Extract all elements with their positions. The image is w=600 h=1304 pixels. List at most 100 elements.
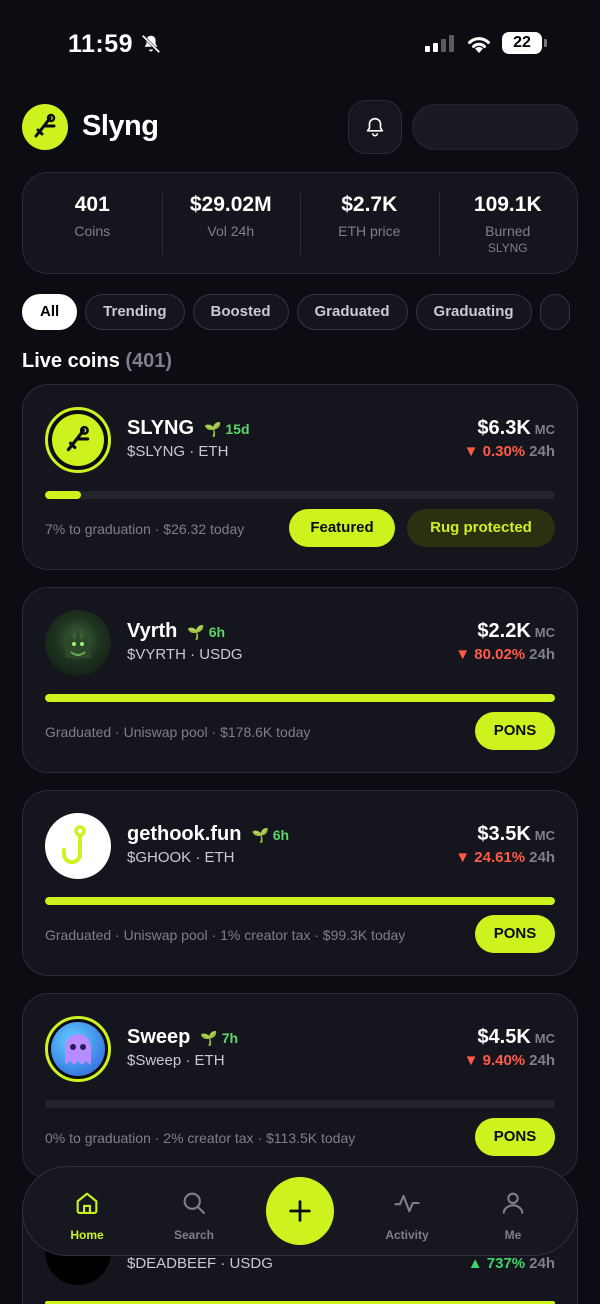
pons-button[interactable]: PONS bbox=[475, 712, 555, 750]
filter-more[interactable] bbox=[539, 294, 570, 330]
coin-name: Sweep 🌱 7h bbox=[127, 1026, 238, 1049]
sprout-icon: 🌱 bbox=[200, 1030, 218, 1046]
featured-badge[interactable]: Featured bbox=[289, 509, 395, 547]
stat-sublabel: SLYNG bbox=[487, 241, 528, 255]
nav-me[interactable]: Me bbox=[473, 1189, 553, 1242]
stat-label: Vol 24h bbox=[207, 223, 255, 239]
coin-change: ▼ 9.40% 24h bbox=[464, 1052, 555, 1069]
sprout-icon: 🌱 bbox=[204, 421, 222, 437]
stat-label: Burned bbox=[485, 223, 531, 239]
coin-age: 🌱 6h bbox=[187, 624, 225, 640]
change-unit: 24h bbox=[529, 443, 555, 460]
coin-avatar bbox=[45, 610, 111, 676]
nav-home[interactable]: Home bbox=[47, 1189, 127, 1242]
app-header: Slyng bbox=[22, 100, 578, 154]
mc-unit: MC bbox=[534, 828, 555, 843]
battery-indicator: 22 bbox=[502, 32, 547, 54]
coin-age: 🌱 15d bbox=[204, 421, 249, 437]
stat-coins: 401 Coins bbox=[23, 173, 162, 273]
filter-all[interactable]: All bbox=[22, 294, 78, 330]
progress-fill bbox=[45, 694, 555, 702]
filter-chips: All Trending Boosted Graduated Graduating bbox=[22, 294, 600, 332]
filter-boosted[interactable]: Boosted bbox=[192, 294, 289, 330]
slyng-logo[interactable] bbox=[22, 104, 68, 150]
stat-value: $2.7K bbox=[341, 193, 398, 216]
coin-market-cap: $2.2K MC bbox=[477, 620, 555, 643]
bell-icon bbox=[366, 117, 384, 137]
hook-icon bbox=[62, 825, 86, 864]
coin-market-cap: $3.5K MC bbox=[477, 823, 555, 846]
wolf-icon bbox=[65, 628, 91, 658]
stat-value: 401 bbox=[74, 193, 110, 216]
coin-name: gethook.fun 🌱 6h bbox=[127, 823, 289, 846]
filter-graduating[interactable]: Graduating bbox=[415, 294, 532, 330]
status-time: 11:59 bbox=[68, 30, 134, 58]
coin-name-text: SLYNG bbox=[127, 417, 195, 439]
wifi-icon bbox=[468, 37, 490, 53]
home-icon bbox=[76, 1192, 98, 1214]
section-count: (401) bbox=[125, 350, 173, 372]
user-icon bbox=[502, 1192, 524, 1214]
nav-activity[interactable]: Activity bbox=[367, 1189, 447, 1242]
stat-value: $29.02M bbox=[189, 193, 272, 216]
coin-meta: Graduated · Uniswap pool · $178.6K today bbox=[45, 724, 311, 740]
nav-search[interactable]: Search bbox=[154, 1189, 234, 1242]
signal-icon bbox=[425, 34, 454, 52]
pons-button[interactable]: PONS bbox=[475, 915, 555, 953]
progress-fill bbox=[45, 491, 81, 499]
mc-value: $2.2K bbox=[477, 620, 531, 642]
coin-age: 🌱 7h bbox=[200, 1030, 238, 1046]
graduation-progress bbox=[45, 1100, 555, 1108]
change-value: ▼ 9.40% bbox=[463, 1052, 526, 1069]
mc-unit: MC bbox=[534, 1031, 555, 1046]
sprout-icon: 🌱 bbox=[187, 624, 205, 640]
coin-change: ▼ 80.02% 24h bbox=[455, 646, 555, 663]
coin-card[interactable]: gethook.fun 🌱 6h $GHOOK · ETH $3.5K MC ▼ 2… bbox=[22, 790, 578, 976]
coin-age-text: 6h bbox=[208, 624, 226, 640]
status-bar: 11:59 22 bbox=[0, 0, 600, 90]
mc-value: $3.5K bbox=[477, 823, 531, 845]
stat-eth-price: $2.7K ETH price bbox=[300, 173, 439, 273]
coin-market-cap: $4.5K MC bbox=[477, 1026, 555, 1049]
coin-change: ▼ 0.30% 24h bbox=[464, 443, 555, 460]
stat-label: Coins bbox=[74, 223, 111, 239]
coin-ticker: $DEADBEEF · USDG bbox=[127, 1255, 273, 1272]
filter-graduated[interactable]: Graduated bbox=[296, 294, 408, 330]
mc-unit: MC bbox=[534, 625, 555, 640]
coin-age-text: 7h bbox=[221, 1030, 239, 1046]
coin-name-text: Sweep bbox=[127, 1026, 191, 1048]
filter-trending[interactable]: Trending bbox=[85, 294, 185, 330]
progress-fill bbox=[45, 897, 555, 905]
stat-label: ETH price bbox=[338, 223, 401, 239]
nav-label: Me bbox=[504, 1228, 522, 1242]
notifications-button[interactable] bbox=[348, 100, 402, 154]
section-title: Live coins (401) bbox=[22, 350, 172, 373]
coin-market-cap: $6.3K MC bbox=[477, 417, 555, 440]
coin-name-text: Vyrth bbox=[127, 620, 178, 642]
coin-card[interactable]: SLYNG 🌱 15d $SLYNG · ETH $6.3K MC ▼ 0.30% 2… bbox=[22, 384, 578, 570]
coin-age: 🌱 6h bbox=[251, 827, 289, 843]
coin-change: ▼ 24.61% 24h bbox=[455, 849, 555, 866]
slingshot-icon bbox=[66, 425, 90, 452]
search-icon bbox=[183, 1192, 205, 1214]
change-value: ▼ 24.61% bbox=[455, 849, 526, 866]
coin-card[interactable]: Sweep 🌱 7h $Sweep · ETH $4.5K MC ▼ 9.40% 24… bbox=[22, 993, 578, 1179]
change-unit: 24h bbox=[529, 646, 555, 663]
change-unit: 24h bbox=[529, 1255, 555, 1272]
rug-protected-badge[interactable]: Rug protected bbox=[407, 509, 555, 547]
coin-card[interactable]: Vyrth 🌱 6h $VYRTH · USDG $2.2K MC ▼ 80.02%… bbox=[22, 587, 578, 773]
coin-avatar bbox=[45, 813, 111, 879]
change-value: ▼ 80.02% bbox=[455, 646, 526, 663]
coin-meta: Graduated · Uniswap pool · 1% creator ta… bbox=[45, 927, 406, 943]
wallet-button[interactable] bbox=[412, 104, 578, 150]
pons-button[interactable]: PONS bbox=[475, 1118, 555, 1156]
coin-ticker: $VYRTH · USDG bbox=[127, 646, 243, 663]
coin-ticker: $SLYNG · ETH bbox=[127, 443, 229, 460]
stats-panel: 401 Coins $29.02M Vol 24h $2.7K ETH pric… bbox=[22, 172, 578, 274]
stat-burned: 109.1K Burned SLYNG bbox=[438, 173, 578, 273]
mc-value: $6.3K bbox=[477, 417, 531, 439]
create-coin-button[interactable] bbox=[266, 1177, 334, 1245]
graduation-progress bbox=[45, 491, 555, 499]
change-value: ▲ 737% bbox=[467, 1255, 526, 1272]
bottom-nav: Home Search Activity Me bbox=[22, 1166, 578, 1256]
